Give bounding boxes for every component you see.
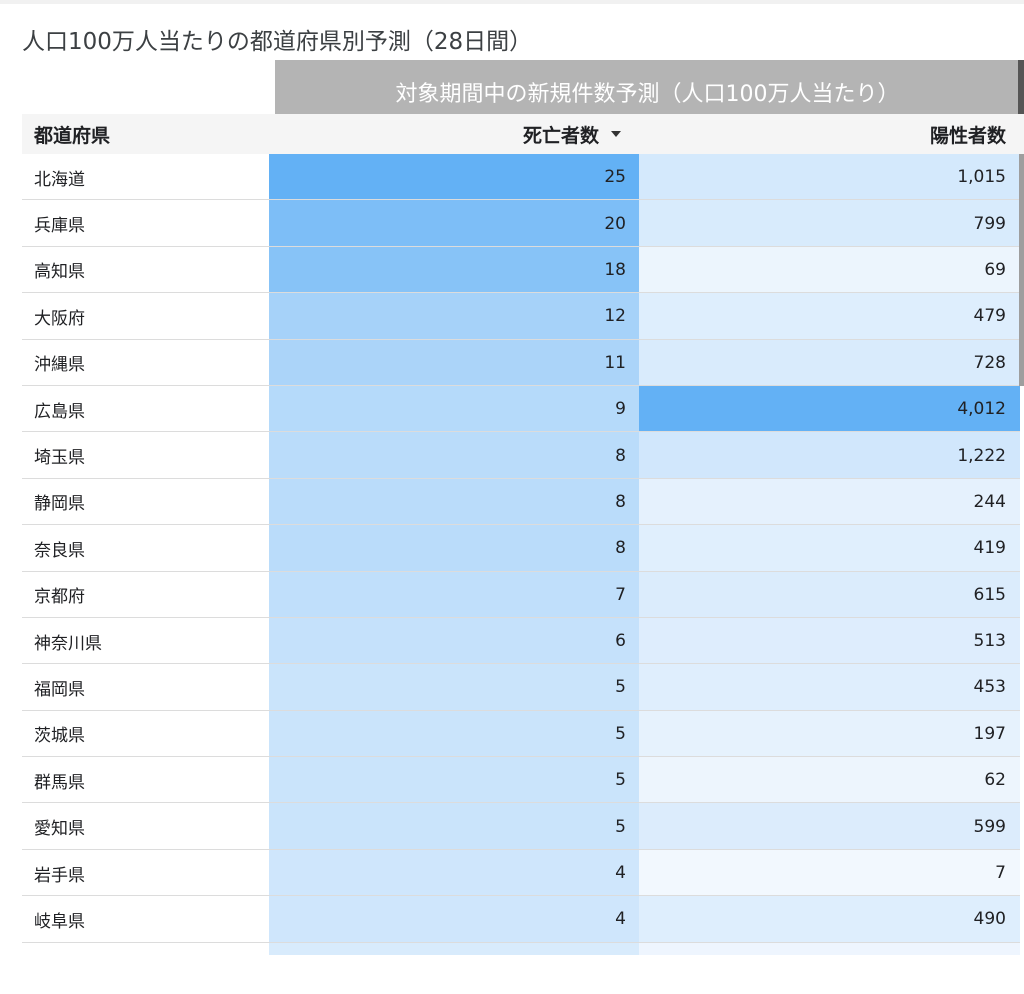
cell-prefecture: 福岡県	[34, 679, 85, 700]
cell-prefecture: 奈良県	[34, 540, 85, 561]
column-header-positives-label: 陽性者数	[929, 124, 1006, 147]
cell-deaths: 5	[269, 757, 639, 804]
cell-deaths: 11	[269, 339, 639, 386]
cell-deaths: 5	[269, 710, 639, 758]
table-row[interactable]: 静岡県 8 244	[0, 478, 1024, 526]
cell-positives: 197	[639, 710, 1020, 758]
cell-prefecture: 岐阜県	[34, 911, 85, 932]
table-row[interactable]: 群馬県 5 62	[0, 757, 1024, 804]
cell-positives: 1,015	[639, 154, 1020, 201]
cell-deaths: 7	[269, 571, 639, 618]
cell-prefecture: 京都府	[34, 587, 85, 608]
cell-positives: 1,222	[639, 432, 1020, 479]
cell-deaths: 18	[269, 246, 639, 294]
table-row[interactable]: 広島県 9 4,012	[0, 385, 1024, 433]
cell-prefecture: 沖縄県	[34, 355, 85, 376]
cell-prefecture: 茨城県	[34, 726, 85, 747]
cell-deaths: 5	[269, 664, 639, 711]
table-row[interactable]: 京都府 7 615	[0, 571, 1024, 619]
cell-deaths: 12	[269, 293, 639, 340]
table-row[interactable]: 奈良県 8 419	[0, 525, 1024, 572]
cell-positives: 69	[639, 246, 1020, 294]
cell-positives: 453	[639, 664, 1020, 711]
cell-positives: 419	[639, 525, 1020, 572]
table-row[interactable]: 北海道 25 1,015	[0, 154, 1024, 201]
table-row[interactable]: 茨城県 5 197	[0, 710, 1024, 758]
column-header-positives[interactable]: 陽性者数	[639, 114, 1024, 154]
table-row[interactable]: 愛知県 5 599	[0, 803, 1024, 851]
cell-deaths: 8	[269, 525, 639, 572]
cell-prefecture: 神奈川県	[34, 633, 102, 654]
cell-prefecture: 群馬県	[34, 772, 85, 793]
table-row[interactable]: 岐阜県 4 490	[0, 896, 1024, 944]
cell-positives: 615	[639, 571, 1020, 618]
cell-positives: 728	[639, 339, 1020, 386]
group-header-edge	[1018, 60, 1024, 114]
cell-deaths: 5	[269, 803, 639, 850]
cell-prefecture: 北海道	[34, 169, 85, 190]
partial-row-positives	[639, 943, 1020, 955]
cell-prefecture: 岩手県	[34, 865, 85, 886]
cell-prefecture: 広島県	[34, 401, 85, 422]
cell-positives: 599	[639, 803, 1020, 850]
cell-prefecture: 大阪府	[34, 308, 85, 329]
table-body: 北海道 25 1,015 兵庫県 20 799 高知県 18 69 大阪府 12 479 沖縄県 11 72…	[0, 154, 1024, 944]
cell-positives: 7	[639, 849, 1020, 897]
cell-deaths: 6	[269, 617, 639, 665]
top-divider	[0, 0, 1024, 4]
cell-deaths: 8	[269, 432, 639, 479]
table-row[interactable]: 高知県 18 69	[0, 246, 1024, 294]
cell-positives: 490	[639, 896, 1020, 943]
cell-deaths: 20	[269, 200, 639, 247]
table-row[interactable]: 神奈川県 6 513	[0, 617, 1024, 665]
cell-deaths: 8	[269, 478, 639, 526]
cell-prefecture: 高知県	[34, 262, 85, 283]
cell-positives: 62	[639, 757, 1020, 804]
cell-positives: 4,012	[639, 385, 1020, 433]
cell-positives: 513	[639, 617, 1020, 665]
column-header-prefecture-label: 都道府県	[34, 124, 111, 147]
cell-prefecture: 静岡県	[34, 494, 85, 515]
table-row[interactable]: 福岡県 5 453	[0, 664, 1024, 712]
cell-deaths: 4	[269, 896, 639, 943]
table-row[interactable]: 大阪府 12 479	[0, 293, 1024, 340]
page-title: 人口100万人当たりの都道府県別予測（28日間）	[22, 29, 533, 55]
table-row[interactable]: 岩手県 4 7	[0, 849, 1024, 897]
table-row[interactable]: 埼玉県 8 1,222	[0, 432, 1024, 480]
sort-descending-icon	[611, 131, 621, 137]
table-row[interactable]: 兵庫県 20 799	[0, 200, 1024, 248]
column-header-deaths[interactable]: 死亡者数	[275, 114, 639, 154]
cell-positives: 799	[639, 200, 1020, 247]
cell-deaths: 9	[269, 385, 639, 433]
cell-prefecture: 兵庫県	[34, 216, 85, 237]
column-header-deaths-label: 死亡者数	[522, 124, 599, 147]
column-header-prefecture[interactable]: 都道府県	[22, 114, 275, 154]
cell-prefecture: 埼玉県	[34, 448, 85, 469]
cell-deaths: 25	[269, 154, 639, 201]
cell-deaths: 4	[269, 849, 639, 897]
vertical-scrollbar[interactable]	[1019, 154, 1024, 386]
table-row[interactable]: 沖縄県 11 728	[0, 339, 1024, 387]
group-column-header: 対象期間中の新規件数予測（人口100万人当たり）	[275, 60, 1020, 114]
cell-prefecture: 愛知県	[34, 819, 85, 840]
cell-positives: 479	[639, 293, 1020, 340]
partial-row-deaths	[269, 943, 639, 955]
cell-positives: 244	[639, 478, 1020, 526]
